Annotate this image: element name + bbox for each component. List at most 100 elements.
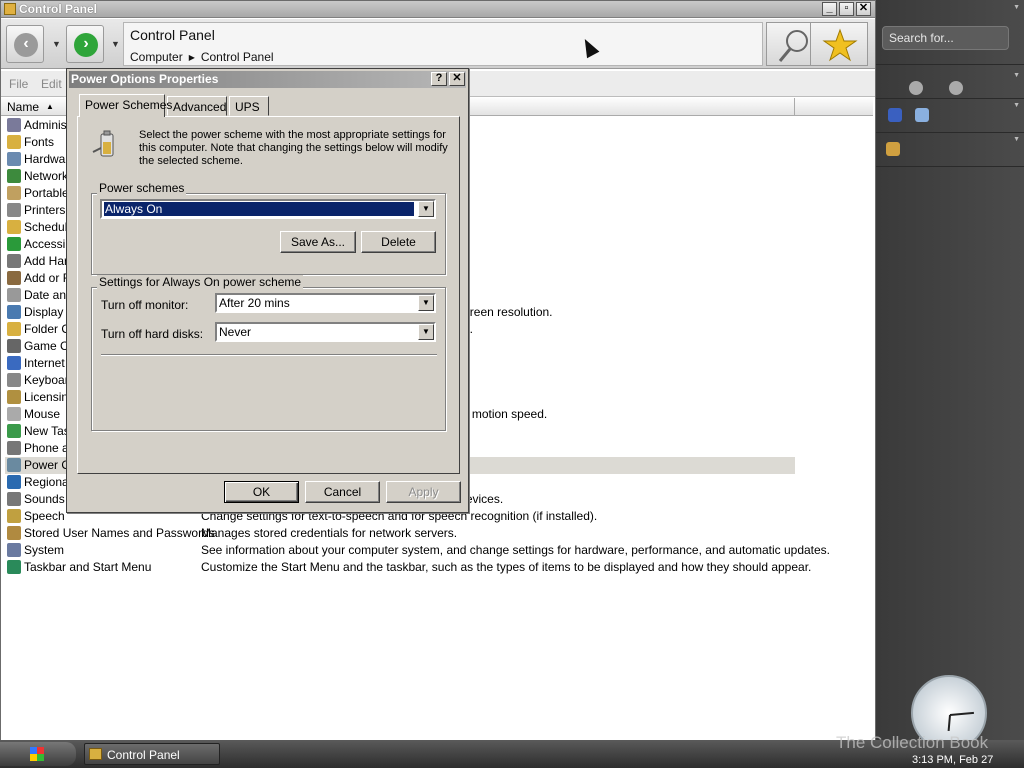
list-item[interactable]: Stored User Names and Passwords Manages s… <box>5 525 795 542</box>
watermark: The Collection Book <box>836 733 989 752</box>
messenger-icon[interactable] <box>915 108 929 122</box>
control-panel-item-icon <box>7 441 21 455</box>
clock-hour-hand <box>947 714 951 732</box>
key-icon[interactable] <box>886 142 900 156</box>
gadget-menu-icon[interactable]: ▼ <box>1013 72 1020 79</box>
control-panel-item-icon <box>7 271 21 285</box>
clock-minute-hand <box>949 711 974 716</box>
windows-logo-icon <box>30 747 44 761</box>
list-item-name: Internet <box>24 356 65 370</box>
tab-ups[interactable]: UPS <box>229 96 269 116</box>
forward-history-dropdown[interactable]: ▼ <box>111 39 120 49</box>
list-item[interactable]: System See information about your compute… <box>5 542 830 559</box>
back-arrow-icon: ‹ <box>14 33 38 57</box>
list-item-name: Mouse <box>24 407 61 421</box>
taskbar-control-panel-button[interactable]: Control Panel <box>84 743 220 765</box>
column-name[interactable]: Name <box>7 100 39 114</box>
window-title-bar[interactable]: Control Panel _ ▫ ✕ <box>1 1 875 18</box>
control-panel-item-icon <box>7 169 21 183</box>
intro-text: Select the power scheme with the most ap… <box>139 129 448 167</box>
tab-advanced[interactable]: Advanced <box>167 96 227 116</box>
control-panel-item-icon <box>7 288 21 302</box>
control-panel-item-icon <box>7 356 21 370</box>
hard-disks-label: Turn off hard disks: <box>101 327 204 341</box>
control-panel-item-icon <box>7 526 21 540</box>
column-divider[interactable] <box>794 98 795 116</box>
list-item-name: Fonts <box>24 135 55 149</box>
control-panel-item-icon <box>7 237 21 251</box>
battery-plug-icon <box>92 130 114 157</box>
dialog-close-button[interactable]: ✕ <box>449 72 465 86</box>
gadget-menu-icon[interactable]: ▼ <box>1013 102 1020 109</box>
delete-button[interactable]: Delete <box>361 231 436 253</box>
address-bar[interactable]: Control Panel Computer ▶ Control Panel <box>123 22 763 66</box>
list-item-name: Speech <box>24 509 65 523</box>
folder-icon <box>4 3 16 15</box>
list-item-name: Display <box>24 305 64 319</box>
tab-power-schemes[interactable]: Power Schemes <box>79 94 172 117</box>
scheme-settings-label: Settings for Always On power scheme <box>97 275 304 289</box>
back-history-dropdown[interactable]: ▼ <box>52 39 61 49</box>
list-item-description: See information about your computer syst… <box>201 543 831 557</box>
power-scheme-value: Always On <box>103 201 415 217</box>
power-scheme-select[interactable]: Always On ▼ <box>100 199 436 219</box>
chat-bubble-icon[interactable] <box>909 81 923 95</box>
sidebar-divider <box>876 132 1024 133</box>
control-panel-item-icon <box>7 560 21 574</box>
monitor-timeout-value: After 20 mins <box>219 296 290 310</box>
tray-clock[interactable]: 3:13 PM, Feb 27 <box>912 754 993 766</box>
monitor-timeout-select[interactable]: After 20 mins ▼ <box>215 293 436 313</box>
sidebar-menu-icon[interactable]: ▼ <box>1013 4 1020 11</box>
menu-edit[interactable]: Edit <box>41 77 62 91</box>
address-title: Control Panel <box>130 27 215 43</box>
chevron-down-icon[interactable]: ▼ <box>418 201 434 217</box>
forward-button[interactable]: › <box>66 25 104 63</box>
minimize-button[interactable]: _ <box>822 2 837 16</box>
chevron-down-icon[interactable]: ▼ <box>418 295 434 311</box>
control-panel-item-icon <box>7 509 21 523</box>
breadcrumb-control-panel[interactable]: Control Panel <box>201 50 274 64</box>
control-panel-item-icon <box>7 390 21 404</box>
ok-button[interactable]: OK <box>224 481 299 503</box>
menu-file[interactable]: File <box>9 77 28 91</box>
list-item-name: System <box>24 543 65 557</box>
control-panel-item-icon <box>7 373 21 387</box>
control-panel-item-icon <box>7 492 21 506</box>
list-item-name: Taskbar and Start Menu <box>24 560 152 574</box>
close-button[interactable]: ✕ <box>856 2 871 16</box>
sidebar-divider <box>876 98 1024 99</box>
save-as-button[interactable]: Save As... <box>280 231 356 253</box>
favorites-button[interactable] <box>810 22 868 66</box>
network-icon[interactable] <box>888 108 902 122</box>
control-panel-item-icon <box>7 186 21 200</box>
hard-disks-timeout-select[interactable]: Never ▼ <box>215 322 436 342</box>
control-panel-item-icon <box>7 135 21 149</box>
sidebar-search-input[interactable]: Search for... <box>882 26 1009 50</box>
forward-arrow-icon: › <box>74 33 98 57</box>
dialog-title-bar[interactable]: Power Options Properties ? ✕ <box>69 71 466 88</box>
cancel-button[interactable]: Cancel <box>305 481 380 503</box>
breadcrumb-computer[interactable]: Computer <box>130 50 183 64</box>
control-panel-item-icon <box>7 322 21 336</box>
list-item-name: Stored User Names and Passwords <box>24 526 215 540</box>
control-panel-item-icon <box>7 424 21 438</box>
apply-button[interactable]: Apply <box>386 481 461 503</box>
star-icon <box>822 28 858 62</box>
sidebar-divider <box>876 166 1024 167</box>
back-button[interactable]: ‹ <box>6 25 44 63</box>
chevron-down-icon[interactable]: ▼ <box>418 324 434 340</box>
maximize-button[interactable]: ▫ <box>839 2 854 16</box>
list-item[interactable]: Taskbar and Start Menu Customize the Star… <box>5 559 811 576</box>
breadcrumb-separator-icon: ▶ <box>188 53 195 62</box>
chat-bubble-icon[interactable] <box>949 81 963 95</box>
sidebar: ▼ Search for... ▼ ▼ ▼ <box>876 0 1024 751</box>
control-panel-item-icon <box>7 220 21 234</box>
control-panel-item-icon <box>7 203 21 217</box>
gadget-menu-icon[interactable]: ▼ <box>1013 136 1020 143</box>
start-button[interactable] <box>0 742 76 766</box>
help-button[interactable]: ? <box>431 72 447 86</box>
list-item-name: Portable <box>24 186 69 200</box>
power-options-dialog: Power Options Properties ? ✕ Power Schem… <box>66 68 469 513</box>
power-schemes-label: Power schemes <box>97 181 187 195</box>
dialog-title: Power Options Properties <box>71 72 219 86</box>
